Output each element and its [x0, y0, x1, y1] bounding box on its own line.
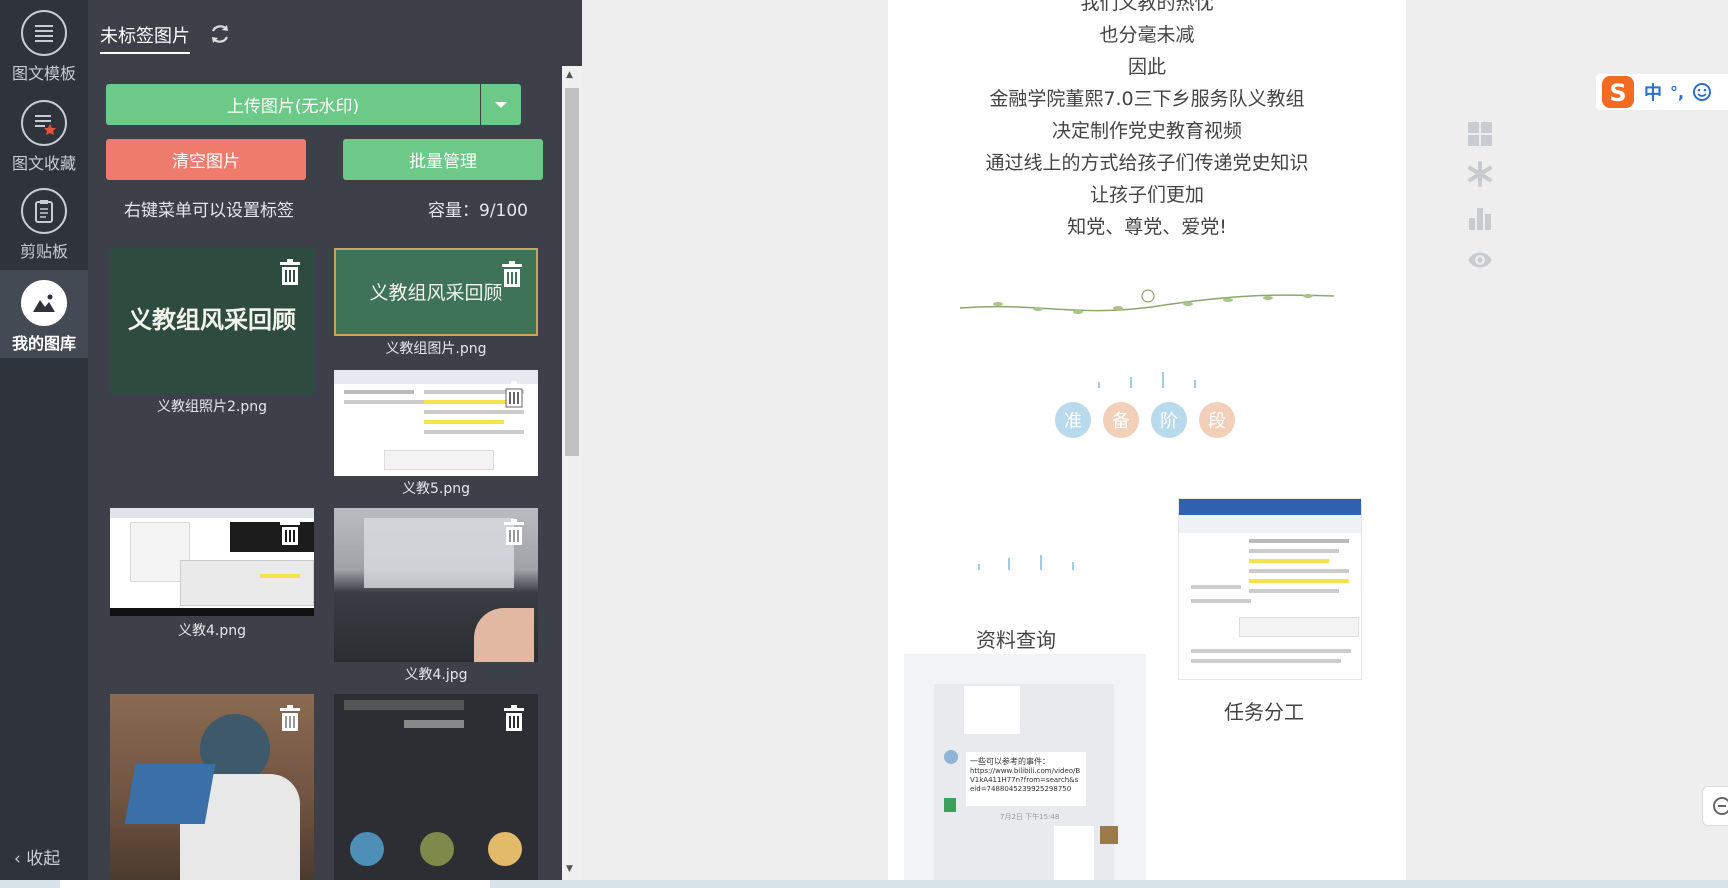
ime-language-toggle[interactable]: 中	[1644, 79, 1662, 105]
stage-char: 段	[1199, 402, 1235, 438]
rail-item-templates[interactable]: 图文模板	[0, 0, 88, 88]
thumb-overlay-text: 义教组风采回顾	[128, 305, 296, 334]
ime-punct-toggle[interactable]: °,	[1670, 83, 1684, 102]
scroll-down-arrow-icon[interactable]: ▼	[566, 864, 573, 874]
clipboard-icon	[21, 188, 67, 234]
tag-hint-text: 右键菜单可以设置标签	[124, 201, 294, 221]
image-library-panel: 未标签图片 上传图片(无水印) 清空图片 批量管理 右键菜单可以设置标签 容量：…	[88, 0, 582, 888]
image-thumb[interactable]	[334, 508, 538, 662]
task-division-image	[1178, 498, 1362, 680]
image-thumb[interactable]	[110, 694, 314, 882]
stage-char: 准	[1055, 402, 1091, 438]
image-library-icon	[21, 280, 67, 326]
upload-image-button[interactable]: 上传图片(无水印)	[106, 84, 480, 125]
upload-options-dropdown[interactable]	[481, 84, 521, 125]
image-thumb[interactable]: 义教组风采回顾	[110, 248, 314, 394]
scrollbar-thumb[interactable]	[565, 88, 579, 456]
article-preview[interactable]: 我们义教的热忱 也分毫未减 因此 金融学院董熙7.0三下乡服务队义教组 决定制作…	[888, 0, 1406, 880]
article-line: 决定制作党史教育视频	[1051, 120, 1242, 142]
decor-tick	[1008, 558, 1010, 570]
tab-untagged-images[interactable]: 未标签图片	[100, 22, 190, 54]
trash-icon[interactable]	[502, 518, 526, 546]
chat-bubble: 一些可以参考的事件： https://www.bilibili.com/vide…	[966, 752, 1086, 806]
rail-item-label: 剪贴板	[19, 242, 68, 261]
article-line: 知党、尊党、爱党!	[1067, 216, 1227, 238]
rail-item-my-library[interactable]: 我的图库	[0, 270, 88, 358]
trash-icon[interactable]	[500, 260, 524, 288]
decor-tick	[1130, 377, 1132, 388]
batch-manage-button[interactable]: 批量管理	[343, 139, 543, 180]
scroll-up-arrow-icon[interactable]: ▲	[566, 70, 573, 80]
chevron-down-icon	[495, 101, 507, 108]
decor-tick	[1162, 372, 1164, 388]
image-thumb[interactable]: 义教组风采回顾	[334, 248, 538, 336]
trash-icon[interactable]	[278, 704, 302, 732]
article-line: 金融学院董熙7.0三下乡服务队义教组	[989, 88, 1305, 110]
zoom-out-button[interactable]	[1702, 786, 1728, 826]
zoom-out-icon	[1713, 797, 1728, 815]
caption-research: 资料查询	[976, 628, 1056, 652]
trash-icon[interactable]	[278, 518, 302, 546]
svg-text:S: S	[1609, 79, 1626, 107]
vine-divider	[959, 289, 1335, 314]
list-icon	[21, 10, 67, 56]
chat-timestamp: 7月2日 下午15:48	[1000, 813, 1060, 821]
trash-icon[interactable]	[502, 380, 526, 408]
stage-char: 备	[1103, 402, 1139, 438]
clear-images-button[interactable]: 清空图片	[106, 139, 306, 180]
article-line: 也分毫未减	[1099, 24, 1195, 46]
image-thumb[interactable]	[110, 508, 314, 616]
favorite-list-icon	[21, 100, 67, 146]
rail-item-clipboard[interactable]: 剪贴板	[0, 178, 88, 266]
rail-item-label: 图文模板	[11, 64, 76, 83]
left-nav-rail: 图文模板 图文收藏 剪贴板 我的图库 ‹ 收起	[0, 0, 88, 888]
capacity-text: 容量：9/100	[428, 201, 528, 221]
image-caption: 义教5.png	[401, 481, 470, 497]
caption-task-division: 任务分工	[1224, 700, 1304, 724]
image-thumb[interactable]	[334, 370, 538, 476]
image-caption: 义教组照片2.png	[156, 399, 267, 415]
bar-chart-icon[interactable]	[1466, 204, 1494, 232]
avatar	[944, 750, 958, 764]
decor-tick	[978, 564, 980, 570]
ime-toolbar[interactable]: S 中 °,	[1596, 74, 1728, 110]
image-thumb[interactable]	[334, 694, 538, 882]
rail-item-label: 我的图库	[11, 334, 76, 353]
decor-tick	[1040, 555, 1042, 570]
trash-icon[interactable]	[502, 704, 526, 732]
snowflake-icon[interactable]	[1466, 160, 1494, 188]
research-chat-image: 一些可以参考的事件： https://www.bilibili.com/vide…	[904, 654, 1146, 880]
sogou-logo-icon: S	[1602, 76, 1634, 108]
chevron-left-icon: ‹	[14, 849, 21, 869]
chat-bubble-title: 一些可以参考的事件：	[970, 757, 1050, 766]
rail-item-label: 图文收藏	[11, 154, 76, 173]
decor-tick	[1194, 380, 1196, 388]
grid-icon[interactable]	[1466, 120, 1494, 148]
article-line: 我们义教的热忱	[1080, 0, 1214, 14]
bottom-scrollbar-thumb[interactable]	[60, 880, 490, 888]
image-caption: 义教4.jpg	[404, 667, 468, 683]
collapse-label: 收起	[26, 849, 61, 869]
rail-item-favorites[interactable]: 图文收藏	[0, 90, 88, 178]
decor-tick	[1072, 562, 1074, 570]
stage-char: 阶	[1151, 402, 1187, 438]
article-line: 通过线上的方式给孩子们传递党史知识	[985, 152, 1309, 174]
chat-bubble-link: https://www.bilibili.com/video/BV1kA411H…	[970, 767, 1081, 793]
collapse-button[interactable]: ‹ 收起	[14, 844, 60, 869]
emoji-icon[interactable]	[1692, 82, 1712, 102]
eye-icon[interactable]	[1466, 246, 1494, 274]
article-line: 让孩子们更加	[1089, 184, 1204, 206]
image-caption: 义教组图片.png	[385, 341, 487, 357]
image-caption: 义教4.png	[177, 623, 246, 639]
trash-icon[interactable]	[278, 258, 302, 286]
refresh-icon[interactable]	[208, 22, 232, 46]
article-line: 因此	[1127, 56, 1166, 78]
decor-tick	[1098, 382, 1100, 388]
